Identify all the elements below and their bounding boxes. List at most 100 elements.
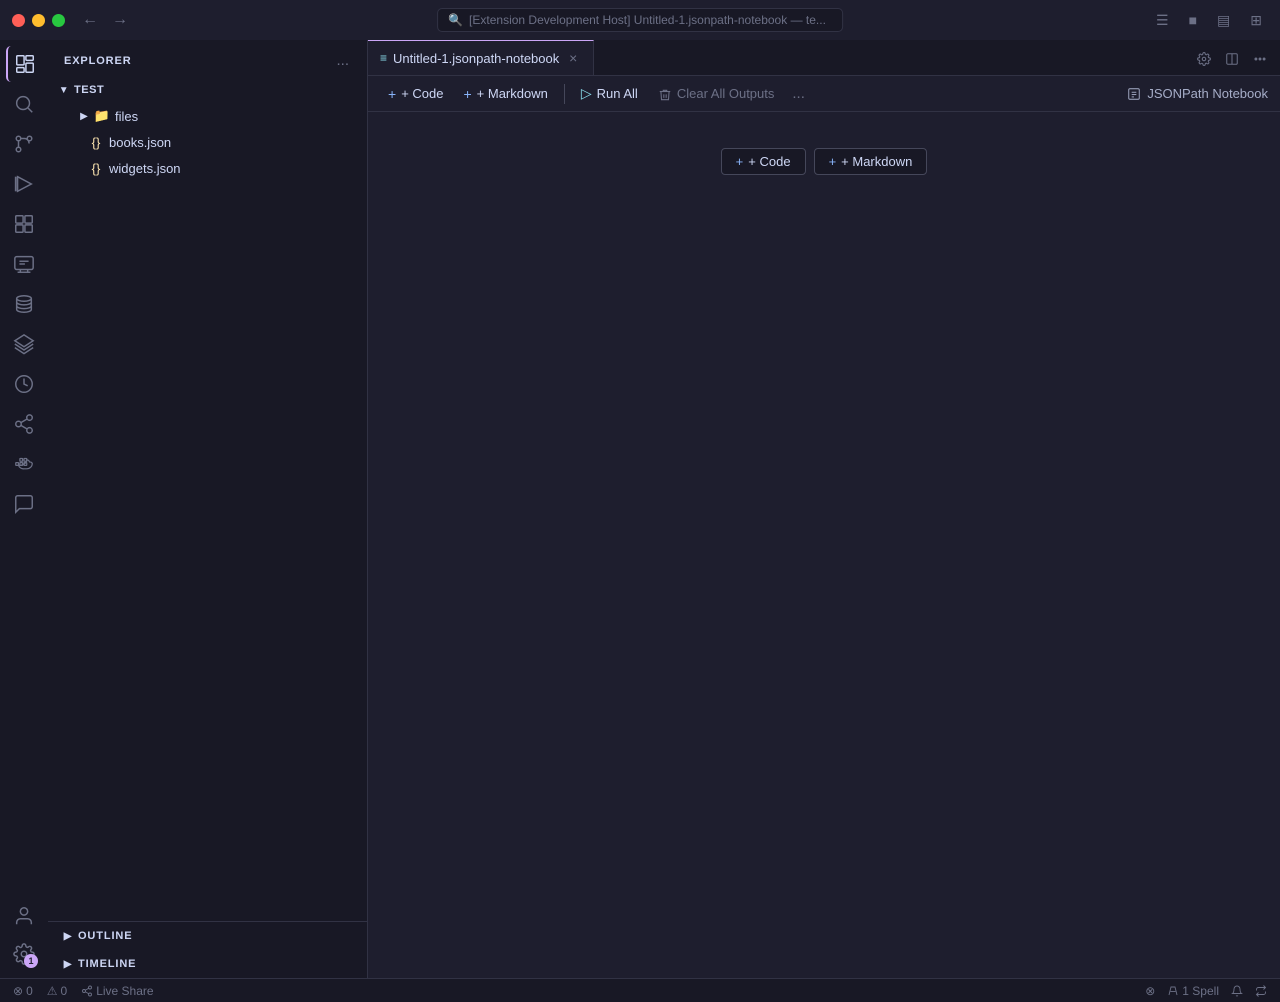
spell-check-icon [1167,985,1179,997]
live-share-icon [81,985,93,997]
toggle-secondary-sidebar[interactable]: ▤ [1211,10,1236,31]
traffic-lights [12,14,65,27]
books-json-item[interactable]: {} books.json [48,129,367,155]
add-code-button[interactable]: + + Code [380,82,451,106]
sidebar-item-explorer[interactable] [6,46,42,82]
markdown-label: + Markdown [477,86,548,101]
toggle-primary-sidebar[interactable]: ☰ [1150,10,1175,31]
forward-button[interactable]: → [107,9,133,31]
tree-root-item[interactable]: ▼ TEST [48,77,367,103]
error-count[interactable]: ⊗ 0 [8,979,38,1002]
chevron-right-icon: ▶ [60,956,76,972]
close-button[interactable] [12,14,25,27]
live-share-text: Live Share [96,984,153,998]
tab-bar-actions [1184,40,1280,75]
timeline-header[interactable]: ▶ TIMELINE [48,950,367,978]
tab-label: Untitled-1.jsonpath-notebook [393,51,559,66]
sidebar-item-timeline[interactable] [6,366,42,402]
remote-badge[interactable]: ⊗ [1140,984,1160,998]
root-folder-label: TEST [74,84,104,96]
sidebar-item-settings[interactable]: 1 [6,936,42,972]
sidebar-item-layers[interactable] [6,326,42,362]
sidebar-title: Explorer [64,55,132,67]
toolbar-more-button[interactable]: ... [786,81,811,106]
sidebar-item-extensions[interactable] [6,206,42,242]
sidebar-item-search[interactable] [6,86,42,122]
plus-icon: + [463,86,471,102]
notebook-type-label: JSONPath Notebook [1127,86,1268,101]
sidebar-item-account[interactable] [6,898,42,934]
minimize-button[interactable] [32,14,45,27]
folder-icon: 📁 [94,108,110,124]
cell-add-code-button[interactable]: + + Code [721,148,806,175]
port-forward-button[interactable] [1250,985,1272,997]
customize-layout[interactable]: ⊞ [1244,10,1268,31]
sidebar-item-chat[interactable] [6,486,42,522]
editor-area: ≡ Untitled-1.jsonpath-notebook × [368,40,1280,978]
error-count-text: 0 [26,984,33,998]
chevron-right-icon: ▶ [76,108,92,124]
sidebar: Explorer ... ▼ TEST ▶ 📁 files {} books.j… [48,40,368,978]
bell-icon [1231,985,1243,997]
clear-all-outputs-button[interactable]: Clear All Outputs [650,81,783,105]
back-button[interactable]: ← [77,9,103,31]
sidebar-item-docker[interactable] [6,446,42,482]
books-json-label: books.json [109,135,171,150]
notebook-settings-button[interactable] [1192,46,1216,68]
clear-icon [658,85,672,101]
sidebar-item-source-control[interactable] [6,126,42,162]
warning-count[interactable]: ⚠ 0 [42,979,72,1002]
outline-header[interactable]: ▶ OUTLINE [48,922,367,950]
clear-all-label: Clear All Outputs [677,86,775,101]
plus-icon: + [736,154,744,169]
code-label: + Code [401,86,443,101]
chevron-right-icon: ▶ [60,928,76,944]
run-all-label: Run All [597,86,638,101]
sidebar-item-live-share[interactable] [6,406,42,442]
maximize-button[interactable] [52,14,65,27]
more-actions-button[interactable] [1248,46,1272,68]
nav-buttons: ← → [77,9,133,31]
warning-icon: ⚠ [47,984,58,998]
timeline-label: TIMELINE [78,958,136,970]
split-editor-button[interactable] [1220,46,1244,68]
title-search[interactable]: 🔍 [Extension Development Host] Untitled-… [437,8,843,32]
notebook-toolbar: + + Code + + Markdown ▷ Run All [368,76,1280,112]
sidebar-item-database[interactable] [6,286,42,322]
files-folder-item[interactable]: ▶ 📁 files [48,103,367,129]
widgets-json-label: widgets.json [109,161,181,176]
activity-bar-bottom: 1 [6,896,42,974]
sidebar-item-run-debug[interactable] [6,166,42,202]
tab-close-button[interactable]: × [565,50,581,66]
settings-badge: 1 [24,954,38,968]
toolbar-separator [564,84,565,104]
run-all-button[interactable]: ▷ Run All [573,81,646,106]
main-layout: 1 Explorer ... ▼ TEST ▶ 📁 files [0,40,1280,978]
sidebar-more-actions[interactable]: ... [334,50,351,71]
json-file-icon: {} [88,134,104,150]
titlebar: ← → 🔍 [Extension Development Host] Untit… [0,0,1280,40]
widgets-json-item[interactable]: {} widgets.json [48,155,367,181]
sidebar-header: Explorer ... [48,40,367,77]
outline-label: OUTLINE [78,930,132,942]
notebook-label-text: JSONPath Notebook [1147,86,1268,101]
tree-root: ▼ TEST ▶ 📁 files {} books.json {} widget… [48,77,367,181]
notifications-button[interactable] [1226,985,1248,997]
cell-add-markdown-button[interactable]: + + Markdown [814,148,928,175]
spell-check-status[interactable]: 1 Spell [1162,984,1224,998]
active-tab[interactable]: ≡ Untitled-1.jsonpath-notebook × [368,40,594,75]
timeline-section: ▶ TIMELINE [48,950,367,978]
warning-count-text: 0 [61,984,68,998]
plus-icon: + [388,86,396,102]
live-share-status[interactable]: Live Share [76,979,158,1002]
sidebar-bottom: ▶ OUTLINE ▶ TIMELINE [48,921,367,978]
spell-count-text: 1 Spell [1182,984,1219,998]
chevron-down-icon: ▼ [56,82,72,98]
toggle-panel[interactable]: ■ [1183,10,1203,31]
search-icon: 🔍 [448,13,463,27]
sidebar-item-remote-explorer[interactable] [6,246,42,282]
add-markdown-button[interactable]: + + Markdown [455,82,555,106]
title-search-text: [Extension Development Host] Untitled-1.… [469,13,826,27]
outline-section: ▶ OUTLINE [48,922,367,950]
plus-icon: + [829,154,837,169]
